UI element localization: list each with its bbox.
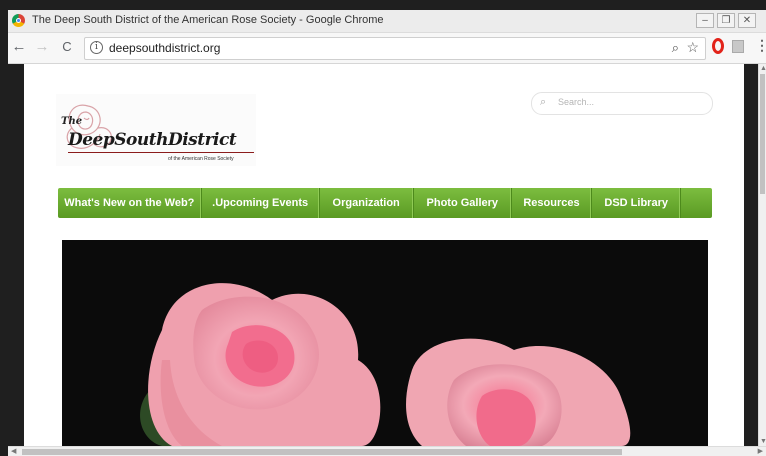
vertical-scrollbar[interactable]: ▲ ▼ <box>758 64 766 446</box>
address-bar[interactable]: i deepsouthdistrict.org ⌕ ☆ <box>84 37 706 60</box>
info-icon[interactable]: i <box>90 41 103 54</box>
nav-dsd-library[interactable]: DSD Library <box>592 188 682 218</box>
horizontal-scroll-thumb[interactable] <box>22 449 622 455</box>
title-bar: The Deep South District of the American … <box>8 10 766 33</box>
back-button[interactable]: ← <box>10 38 28 56</box>
horizontal-scrollbar[interactable]: ◀ ▶ <box>8 446 766 456</box>
restore-button[interactable]: ❐ <box>717 13 735 28</box>
chrome-icon <box>12 14 25 27</box>
opera-extension-icon[interactable] <box>712 38 724 54</box>
search-placeholder: Search... <box>558 97 595 107</box>
web-page: The DeepSouthDistrict of the American Ro… <box>24 64 744 446</box>
logo-subtitle: of the American Rose Society <box>168 156 234 162</box>
site-logo[interactable]: The DeepSouthDistrict of the American Ro… <box>56 94 256 166</box>
scroll-down-arrow-icon[interactable]: ▼ <box>760 438 766 445</box>
window-title: The Deep South District of the American … <box>32 14 384 26</box>
main-nav: What's New on the Web? .Upcoming Events … <box>58 188 712 218</box>
browser-window: The Deep South District of the American … <box>0 0 766 456</box>
scroll-right-arrow-icon[interactable]: ▶ <box>758 447 763 455</box>
nav-organization[interactable]: Organization <box>320 188 414 218</box>
search-icon[interactable]: ⌕ <box>540 96 546 109</box>
extension-icon[interactable] <box>732 40 744 53</box>
nav-whats-new[interactable]: What's New on the Web? <box>58 188 202 218</box>
url-text[interactable]: deepsouthdistrict.org <box>109 41 220 55</box>
browser-toolbar: ← → C i deepsouthdistrict.org ⌕ ☆ ⋮ <box>8 33 766 64</box>
nav-upcoming-events[interactable]: .Upcoming Events <box>202 188 320 218</box>
logo-name: DeepSouthDistrict <box>68 130 237 150</box>
logo-underline <box>68 152 254 153</box>
rose-photo <box>140 283 631 446</box>
close-button[interactable]: ✕ <box>738 13 756 28</box>
reload-button[interactable]: C <box>58 38 76 56</box>
nav-resources[interactable]: Resources <box>512 188 593 218</box>
scroll-up-arrow-icon[interactable]: ▲ <box>760 65 766 72</box>
bookmark-star-icon[interactable]: ☆ <box>686 39 699 56</box>
page-viewport: The DeepSouthDistrict of the American Ro… <box>8 64 758 446</box>
zoom-icon[interactable]: ⌕ <box>672 40 679 56</box>
site-search-input[interactable]: ⌕ Search... <box>531 92 713 115</box>
logo-the-text: The <box>61 116 83 127</box>
nav-photo-gallery[interactable]: Photo Gallery <box>414 188 512 218</box>
nav-end-spacer <box>681 188 712 218</box>
scroll-left-arrow-icon[interactable]: ◀ <box>11 447 16 455</box>
minimize-button[interactable]: – <box>696 13 714 28</box>
forward-button[interactable]: → <box>33 38 51 56</box>
chrome-menu-icon[interactable]: ⋮ <box>755 37 766 54</box>
hero-rose-image <box>62 240 708 446</box>
vertical-scroll-thumb[interactable] <box>760 74 765 194</box>
